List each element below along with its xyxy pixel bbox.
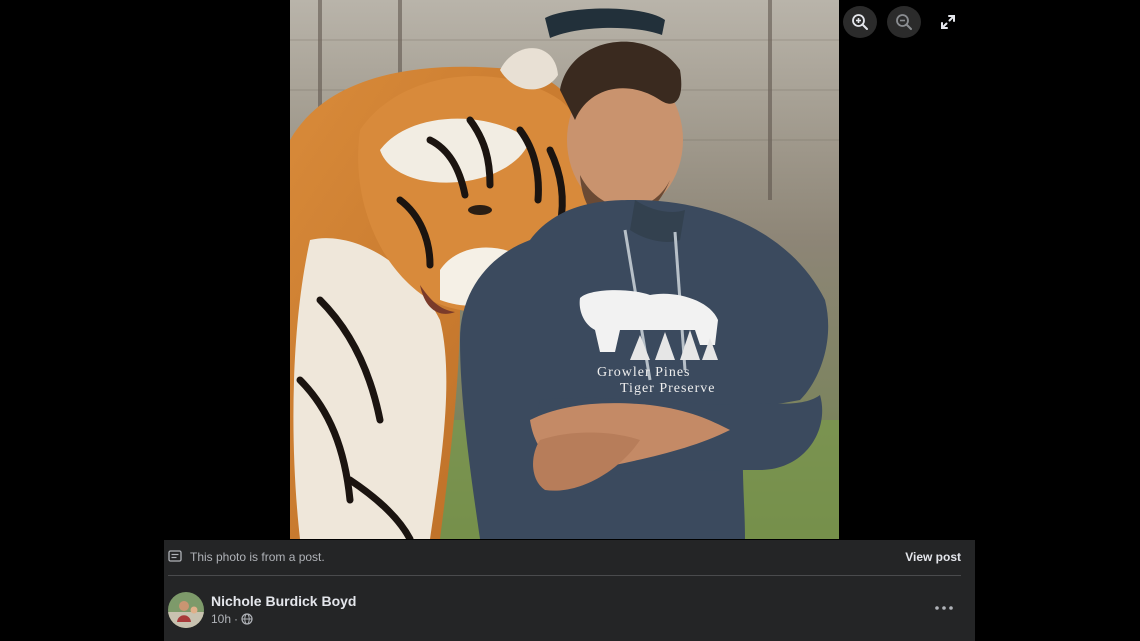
fullscreen-icon [941,15,955,29]
post-time[interactable]: 10h [211,612,231,626]
hoodie-text-line1: Growler Pines [597,365,691,380]
avatar-image [168,592,204,628]
zoom-in-icon [852,14,868,30]
post-notice-text: This photo is from a post. [190,550,325,564]
avatar[interactable] [168,592,204,628]
more-options-button[interactable] [929,596,959,620]
post-meta: 10h · [211,612,253,626]
post-photo: Growler Pines Tiger Preserve [290,0,839,539]
hoodie-text-line2: Tiger Preserve [620,381,716,396]
post-notice-row: This photo is from a post. View post [164,540,975,574]
zoom-out-icon [896,14,912,30]
zoom-in-button[interactable] [843,6,877,38]
photo-illustration: Growler Pines Tiger Preserve [290,0,839,539]
divider [168,575,961,576]
post-info-bar: This photo is from a post. View post Nic… [164,540,975,641]
meta-separator: · [234,612,239,626]
zoom-out-button[interactable] [887,6,921,38]
view-post-link[interactable]: View post [905,550,961,564]
fullscreen-button[interactable] [931,6,965,38]
globe-icon[interactable] [241,613,253,625]
post-author-name[interactable]: Nichole Burdick Boyd [211,593,356,609]
more-options-icon [935,606,953,610]
post-icon [168,550,182,562]
